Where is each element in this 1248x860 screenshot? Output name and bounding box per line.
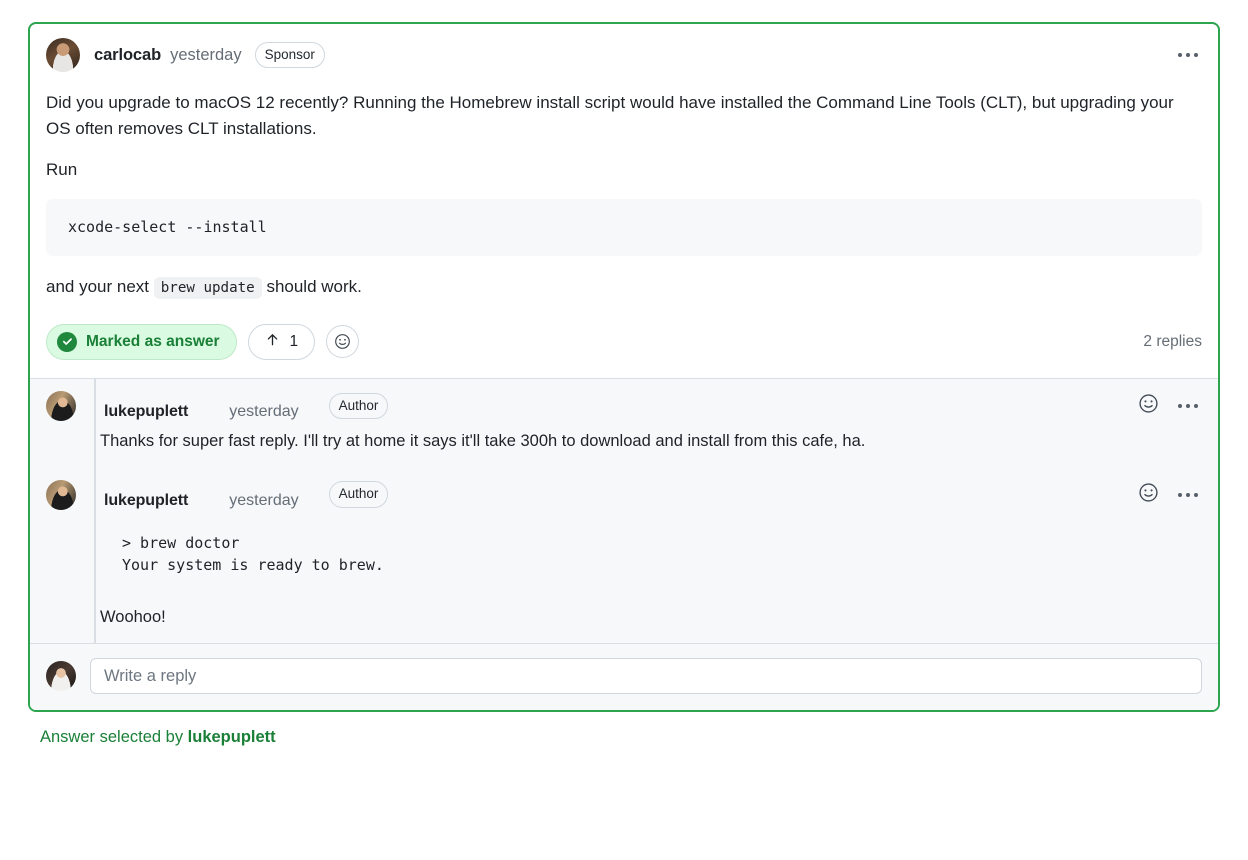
answer-header-actions xyxy=(1174,47,1202,63)
add-reaction-button[interactable] xyxy=(326,325,360,359)
reply-timestamp: yesterday xyxy=(229,491,299,509)
discussion-answer-page: carlocab yesterday Sponsor Did you upgra… xyxy=(0,0,1248,860)
answer-selected-user[interactable]: lukepuplett xyxy=(188,728,276,746)
reply-form xyxy=(30,643,1218,711)
answer-action-row: Marked as answer 1 2 replies xyxy=(30,318,1218,378)
check-icon xyxy=(57,331,77,352)
replies-section: lukepuplett yesterday Author Thanks for … xyxy=(30,377,1218,711)
reply-actions xyxy=(1138,393,1202,419)
list-item: lukepuplett yesterday Author xyxy=(30,468,1218,644)
smiley-icon xyxy=(1139,394,1158,413)
smiley-icon xyxy=(335,334,351,350)
answer-code-block: xcode-select --install xyxy=(46,199,1202,256)
reply-author-name[interactable]: lukepuplett xyxy=(88,480,204,510)
avatar[interactable] xyxy=(46,38,80,72)
list-item: lukepuplett yesterday Author xyxy=(30,379,1218,468)
answer-paragraph-3-prefix: and your next xyxy=(46,276,154,296)
answer-paragraph-3-suffix: should work. xyxy=(261,276,362,296)
avatar-wrap xyxy=(46,479,76,510)
avatar[interactable] xyxy=(46,661,76,692)
reply-author-name[interactable]: lukepuplett xyxy=(88,391,204,421)
add-reaction-button[interactable] xyxy=(1138,482,1159,508)
up-arrow-icon xyxy=(265,332,280,352)
reply-actions xyxy=(1138,482,1202,508)
kebab-menu-icon[interactable] xyxy=(1174,47,1202,63)
inline-code-brew-update: brew update xyxy=(153,276,262,299)
answer-selected-footer: Answer selected by lukepuplett xyxy=(28,712,1220,747)
kebab-menu-icon[interactable] xyxy=(1174,487,1202,503)
add-reaction-button[interactable] xyxy=(1138,393,1159,419)
answer-comment-header: carlocab yesterday Sponsor xyxy=(30,24,1218,78)
reply-text: Woohoo! xyxy=(100,607,166,626)
reply-header: lukepuplett yesterday Author xyxy=(46,479,1202,510)
answer-paragraph-3: and your next brew update should work. xyxy=(46,274,1202,300)
reply-timestamp: yesterday xyxy=(229,402,299,420)
kebab-menu-icon[interactable] xyxy=(1174,398,1202,414)
answer-container: carlocab yesterday Sponsor Did you upgra… xyxy=(28,22,1220,713)
marked-as-answer-label: Marked as answer xyxy=(86,332,220,350)
upvote-button[interactable]: 1 xyxy=(247,323,316,360)
marked-as-answer-button[interactable]: Marked as answer xyxy=(46,323,237,360)
answer-paragraph-1: Did you upgrade to macOS 12 recently? Ru… xyxy=(46,93,1174,139)
reply-code-block: > brew doctor Your system is ready to br… xyxy=(122,533,384,575)
answer-selected-prefix: Answer selected by xyxy=(40,728,188,747)
upvote-count: 1 xyxy=(289,332,299,350)
answer-body: Did you upgrade to macOS 12 recently? Ru… xyxy=(30,90,1218,318)
author-badge: Author xyxy=(328,481,389,508)
avatar[interactable] xyxy=(46,390,76,421)
reply-text: Thanks for super fast reply. I'll try at… xyxy=(100,431,866,450)
smiley-icon xyxy=(1139,483,1158,502)
avatar[interactable] xyxy=(46,479,76,510)
sponsor-badge: Sponsor xyxy=(254,41,325,69)
answer-paragraph-2: Run xyxy=(46,159,78,179)
author-badge: Author xyxy=(328,392,389,420)
avatar-wrap xyxy=(46,390,76,421)
reply-input[interactable] xyxy=(90,658,1202,695)
reply-header: lukepuplett yesterday Author xyxy=(46,390,1202,421)
reply-body: > brew doctor Your system is ready to br… xyxy=(46,510,1202,644)
answer-author-name[interactable]: carlocab xyxy=(94,46,161,65)
replies-count: 2 replies xyxy=(1143,332,1202,350)
reply-body: Thanks for super fast reply. I'll try at… xyxy=(46,421,1202,468)
answer-timestamp: yesterday xyxy=(170,45,242,64)
